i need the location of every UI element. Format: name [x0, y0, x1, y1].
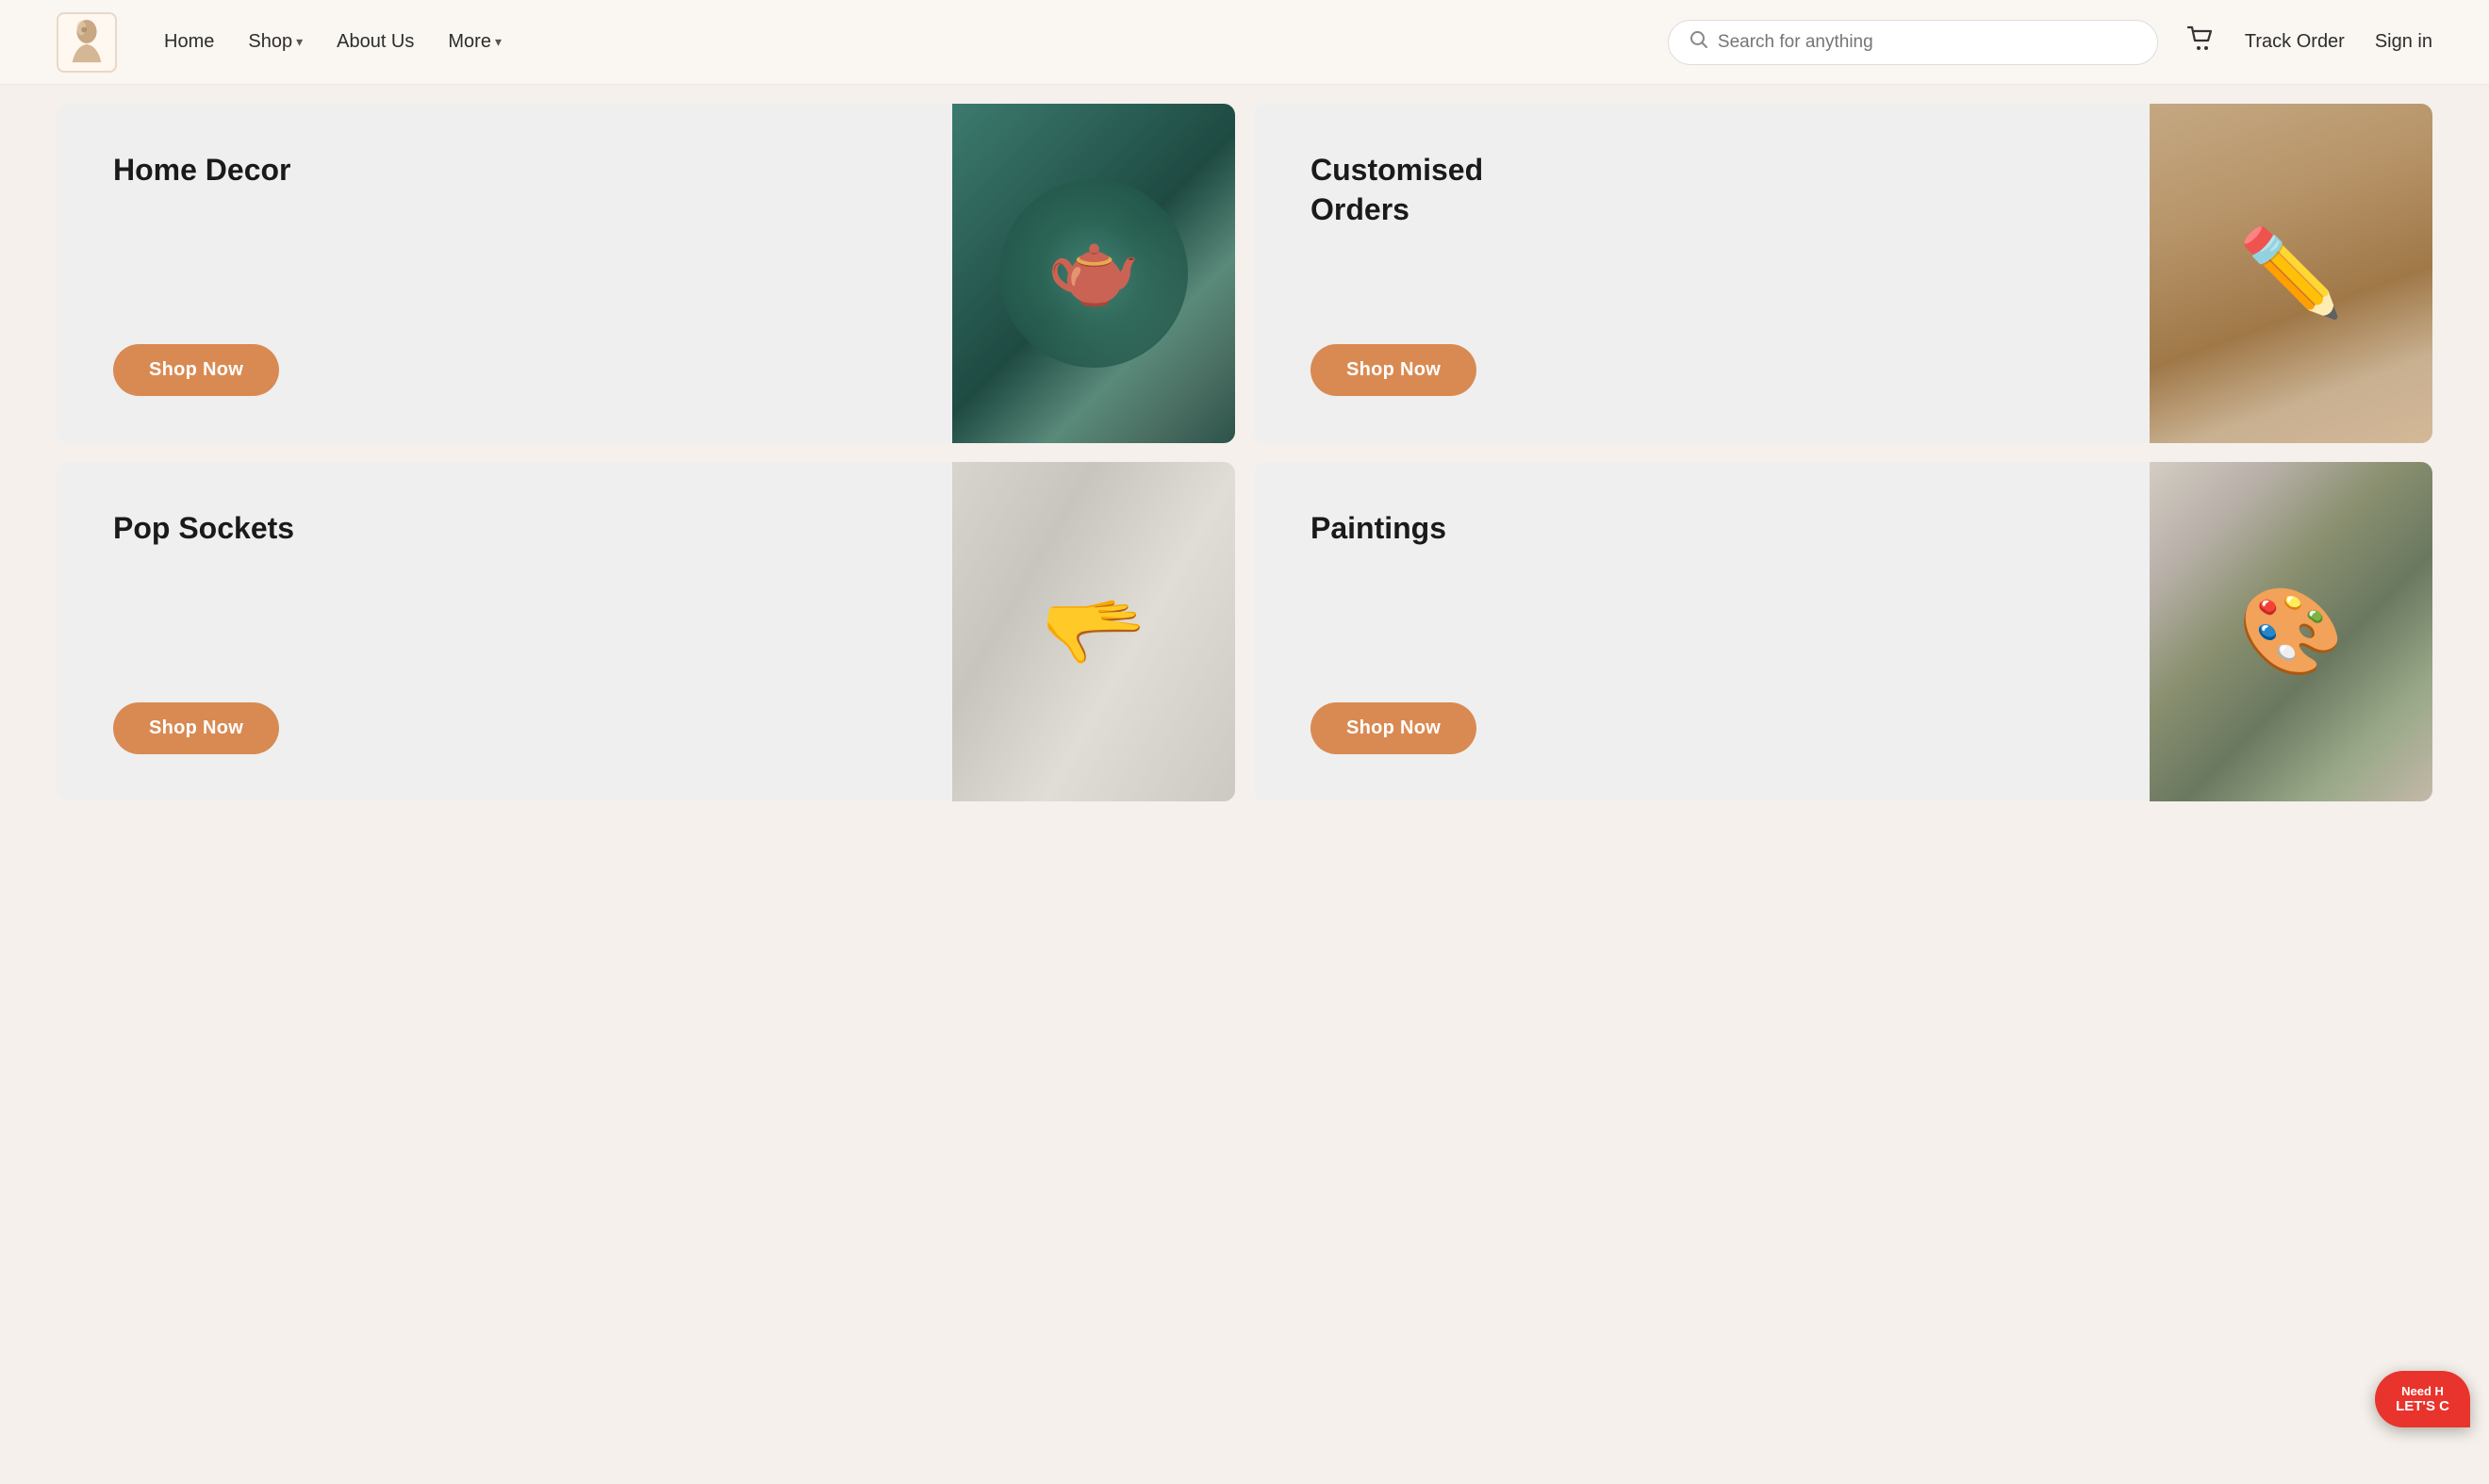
search-bar[interactable] [1668, 20, 2158, 65]
sign-in-link[interactable]: Sign in [2375, 31, 2432, 53]
card-image-customised-orders [2150, 104, 2432, 443]
card-image-pop-sockets [952, 462, 1235, 801]
shop-now-paintings[interactable]: Shop Now [1310, 702, 1476, 754]
cart-icon[interactable] [2186, 25, 2215, 58]
search-icon [1690, 30, 1708, 55]
logo-area[interactable] [57, 12, 117, 73]
logo-svg [66, 19, 107, 66]
nav-home[interactable]: Home [164, 31, 214, 53]
card-text-home-decor: Home Decor Shop Now [57, 104, 952, 443]
shop-now-pop-sockets[interactable]: Shop Now [113, 702, 279, 754]
shop-now-home-decor[interactable]: Shop Now [113, 344, 279, 396]
nav-about[interactable]: About Us [337, 31, 414, 53]
categories-grid: Home Decor Shop Now Customised Orders Sh… [57, 104, 2432, 801]
search-input[interactable] [1718, 32, 2136, 53]
nav-right: Track Order Sign in [2186, 25, 2432, 58]
card-image-paintings [2150, 462, 2432, 801]
shop-now-customised-orders[interactable]: Shop Now [1310, 344, 1476, 396]
more-chevron-icon: ▾ [495, 34, 502, 50]
chat-widget[interactable]: Need H LET'S C [2375, 1371, 2470, 1427]
card-text-customised-orders: Customised Orders Shop Now [1254, 104, 2150, 443]
category-card-paintings: Paintings Shop Now [1254, 462, 2432, 801]
category-card-home-decor: Home Decor Shop Now [57, 104, 1235, 443]
nav-more[interactable]: More ▾ [448, 31, 502, 53]
nav-shop[interactable]: Shop ▾ [248, 31, 303, 53]
card-image-home-decor [952, 104, 1235, 443]
category-card-pop-sockets: Pop Sockets Shop Now [57, 462, 1235, 801]
card-title-paintings: Paintings [1310, 509, 1556, 549]
navbar: Home Shop ▾ About Us More ▾ [0, 0, 2489, 85]
card-title-home-decor: Home Decor [113, 151, 358, 190]
track-order-link[interactable]: Track Order [2245, 31, 2345, 53]
chat-widget-top-text: Need H [2401, 1384, 2444, 1398]
card-text-pop-sockets: Pop Sockets Shop Now [57, 462, 952, 801]
shop-chevron-icon: ▾ [296, 34, 303, 50]
card-text-paintings: Paintings Shop Now [1254, 462, 2150, 801]
chat-widget-bottom-text: LET'S C [2396, 1398, 2449, 1414]
card-title-customised-orders: Customised Orders [1310, 151, 1556, 229]
category-card-customised-orders: Customised Orders Shop Now [1254, 104, 2432, 443]
logo-box [57, 12, 117, 73]
card-title-pop-sockets: Pop Sockets [113, 509, 358, 549]
main-content: Home Decor Shop Now Customised Orders Sh… [0, 85, 2489, 839]
nav-links: Home Shop ▾ About Us More ▾ [164, 31, 1640, 53]
